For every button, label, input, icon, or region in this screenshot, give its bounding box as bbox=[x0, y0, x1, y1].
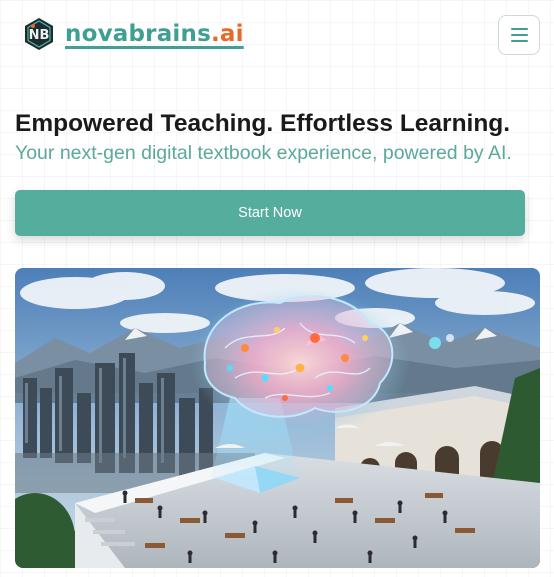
hamburger-menu-icon bbox=[510, 28, 528, 30]
novabrains-logo-icon: NB bbox=[25, 18, 53, 50]
site-header: NB novabrains.ai bbox=[0, 0, 554, 70]
brand-name: novabrains.ai bbox=[65, 21, 244, 47]
brand-logo-link[interactable]: NB novabrains.ai bbox=[22, 17, 244, 51]
brand-name-suffix: .ai bbox=[210, 21, 244, 47]
hamburger-menu-icon-bar bbox=[510, 34, 528, 36]
hero-title: Empowered Teaching. Effortless Learning. bbox=[15, 110, 511, 137]
logo-mark-text: NB bbox=[29, 28, 50, 43]
start-now-button[interactable]: Start Now bbox=[15, 190, 525, 236]
menu-button[interactable] bbox=[498, 15, 540, 55]
hero-subtitle: Your next-gen digital textbook experienc… bbox=[15, 142, 512, 164]
brand-name-main: novabrains bbox=[65, 21, 211, 47]
ai-brain-campus-image bbox=[15, 268, 540, 568]
hamburger-menu-icon-bar bbox=[510, 40, 528, 42]
hero-illustration bbox=[15, 268, 540, 568]
